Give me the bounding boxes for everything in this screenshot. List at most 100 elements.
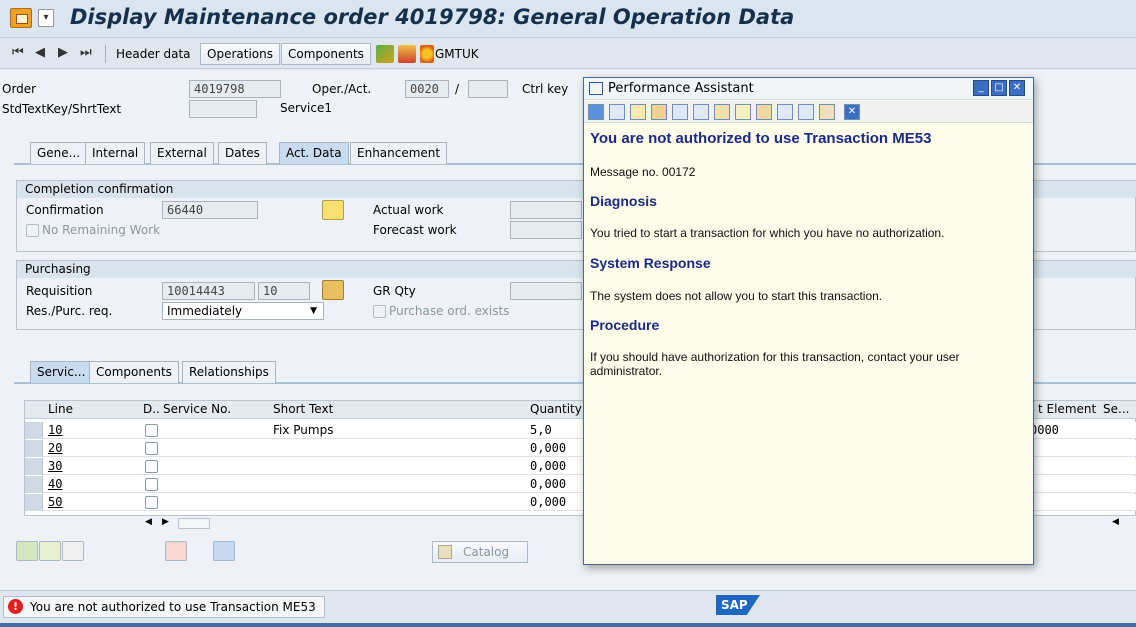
scroll-right-icon[interactable]: ▶	[162, 517, 169, 527]
last-page-icon[interactable]: ⏭	[80, 45, 92, 60]
respurc-select[interactable]: Immediately ▼	[162, 302, 324, 320]
row-line[interactable]: 20	[48, 440, 62, 457]
operact-separator: /	[455, 82, 460, 96]
bookmark-icon[interactable]	[756, 104, 772, 120]
requisition-display-icon[interactable]	[322, 280, 344, 300]
tab-dates[interactable]: Dates	[218, 142, 267, 164]
tab-external[interactable]: External	[150, 142, 214, 164]
message-heading: You are not authorized to use Transactio…	[590, 130, 932, 147]
tab-act-data[interactable]: Act. Data	[279, 142, 349, 164]
scroll-left-icon[interactable]: ◀	[145, 517, 152, 527]
application-toolbar: ⏮ ◀ ▶ ⏭ Header data Operations Component…	[0, 39, 1136, 69]
forecast-work-field[interactable]	[510, 221, 582, 239]
row-selector[interactable]	[25, 476, 43, 493]
col-short-text[interactable]: Short Text	[273, 401, 333, 418]
back-icon[interactable]	[588, 104, 604, 120]
order-field[interactable]: 4019798	[189, 80, 281, 98]
components-button[interactable]: Components	[281, 43, 371, 65]
row-quantity: 0,000	[530, 441, 567, 455]
row-checkbox[interactable]	[145, 460, 158, 473]
row-selector[interactable]	[25, 494, 43, 511]
objects-icon[interactable]	[376, 45, 394, 63]
row-line[interactable]: 40	[48, 476, 62, 493]
details-icon[interactable]	[16, 541, 38, 561]
link-icon[interactable]	[714, 104, 730, 120]
short-text-field[interactable]: Service1	[276, 100, 576, 118]
row-selector[interactable]	[25, 440, 43, 457]
subtab-services[interactable]: Servic...	[30, 361, 93, 383]
confirmation-field[interactable]: 66440	[162, 201, 258, 219]
requisition-field[interactable]: 10014443	[162, 282, 255, 300]
close-icon[interactable]: ✕	[1009, 80, 1025, 96]
sap-menu-icon[interactable]	[10, 8, 32, 28]
select-all-icon[interactable]	[39, 541, 61, 561]
col-quantity[interactable]: Quantity	[530, 401, 582, 418]
operact-label: Oper./Act.	[312, 82, 372, 96]
save-icon[interactable]	[819, 104, 835, 120]
deselect-all-icon[interactable]	[62, 541, 84, 561]
confirmation-list-icon[interactable]	[322, 200, 344, 220]
chevron-down-icon: ▼	[310, 306, 317, 316]
requisition-item-field[interactable]: 10	[258, 282, 310, 300]
subtab-components[interactable]: Components	[89, 361, 179, 383]
col-line[interactable]: Line	[48, 401, 73, 418]
tab-general[interactable]: Gene...	[30, 142, 88, 164]
tab-enhancement[interactable]: Enhancement	[350, 142, 448, 164]
home-icon[interactable]	[630, 104, 646, 120]
actual-work-field[interactable]	[510, 201, 582, 219]
operations-button[interactable]: Operations	[200, 43, 280, 65]
system-response-heading: System Response	[590, 255, 711, 271]
stdtext-key-field[interactable]	[189, 100, 257, 118]
confirmation-label: Confirmation	[26, 203, 104, 217]
menu-dropdown-icon[interactable]: ▾	[38, 9, 54, 27]
close-dialog-icon[interactable]: ✕	[844, 104, 860, 120]
previous-page-icon[interactable]: ◀	[35, 45, 45, 60]
minimize-icon[interactable]: _	[973, 80, 989, 96]
col-d[interactable]: D..	[143, 401, 160, 418]
purchase-exists-checkbox[interactable]	[373, 305, 386, 318]
col-service-no[interactable]: Service No.	[163, 401, 231, 418]
tab-internal[interactable]: Internal	[85, 142, 146, 164]
row-checkbox[interactable]	[145, 478, 158, 491]
note-icon[interactable]	[777, 104, 793, 120]
first-page-icon[interactable]: ⏮	[12, 45, 24, 60]
forward-icon[interactable]	[609, 104, 625, 120]
no-remaining-work-checkbox[interactable]	[26, 224, 39, 237]
maximize-icon[interactable]: □	[991, 80, 1007, 96]
title-bar: ▾ Display Maintenance order 4019798: Gen…	[0, 0, 1136, 38]
col-cost-element[interactable]: t Element	[1038, 401, 1096, 418]
row-checkbox[interactable]	[145, 442, 158, 455]
row-line[interactable]: 30	[48, 458, 62, 475]
landscape-icon[interactable]	[213, 541, 235, 561]
row-checkbox[interactable]	[145, 424, 158, 437]
gr-qty-field[interactable]	[510, 282, 582, 300]
print-icon[interactable]	[798, 104, 814, 120]
calendar-icon[interactable]	[165, 541, 187, 561]
row-line[interactable]: 50	[48, 494, 62, 511]
row-selector[interactable]	[25, 422, 43, 439]
glossary-icon[interactable]	[735, 104, 751, 120]
row-checkbox[interactable]	[145, 496, 158, 509]
dialog-title-bar: Performance Assistant _ □ ✕	[584, 78, 1033, 100]
scroll-left-right-icon[interactable]: ◀	[1112, 517, 1119, 527]
next-page-icon[interactable]: ▶	[58, 45, 68, 60]
error-icon: !	[8, 599, 23, 614]
status-message[interactable]: You are not authorized to use Transactio…	[3, 596, 325, 618]
gmtuk-button[interactable]: GMTUK	[435, 47, 479, 61]
subtab-relationships[interactable]: Relationships	[182, 361, 276, 383]
technical-info-icon[interactable]	[693, 104, 709, 120]
header-data-button[interactable]: Header data	[116, 47, 191, 61]
gmtuk-icon[interactable]	[420, 45, 434, 63]
tree-icon[interactable]	[651, 104, 667, 120]
operation-field[interactable]: 0020	[405, 80, 449, 98]
toolbar-separator	[105, 45, 106, 63]
suboperation-field[interactable]	[468, 80, 508, 98]
horizontal-scrollbar[interactable]	[178, 518, 210, 529]
col-se[interactable]: Se...	[1103, 401, 1129, 418]
row-line[interactable]: 10	[48, 422, 62, 439]
stdtext-label: StdTextKey/ShrtText	[2, 102, 122, 116]
row-selector[interactable]	[25, 458, 43, 475]
system-response-text: The system does not allow you to start t…	[590, 289, 883, 303]
edit-icon[interactable]	[672, 104, 688, 120]
document-icon[interactable]	[398, 45, 416, 63]
